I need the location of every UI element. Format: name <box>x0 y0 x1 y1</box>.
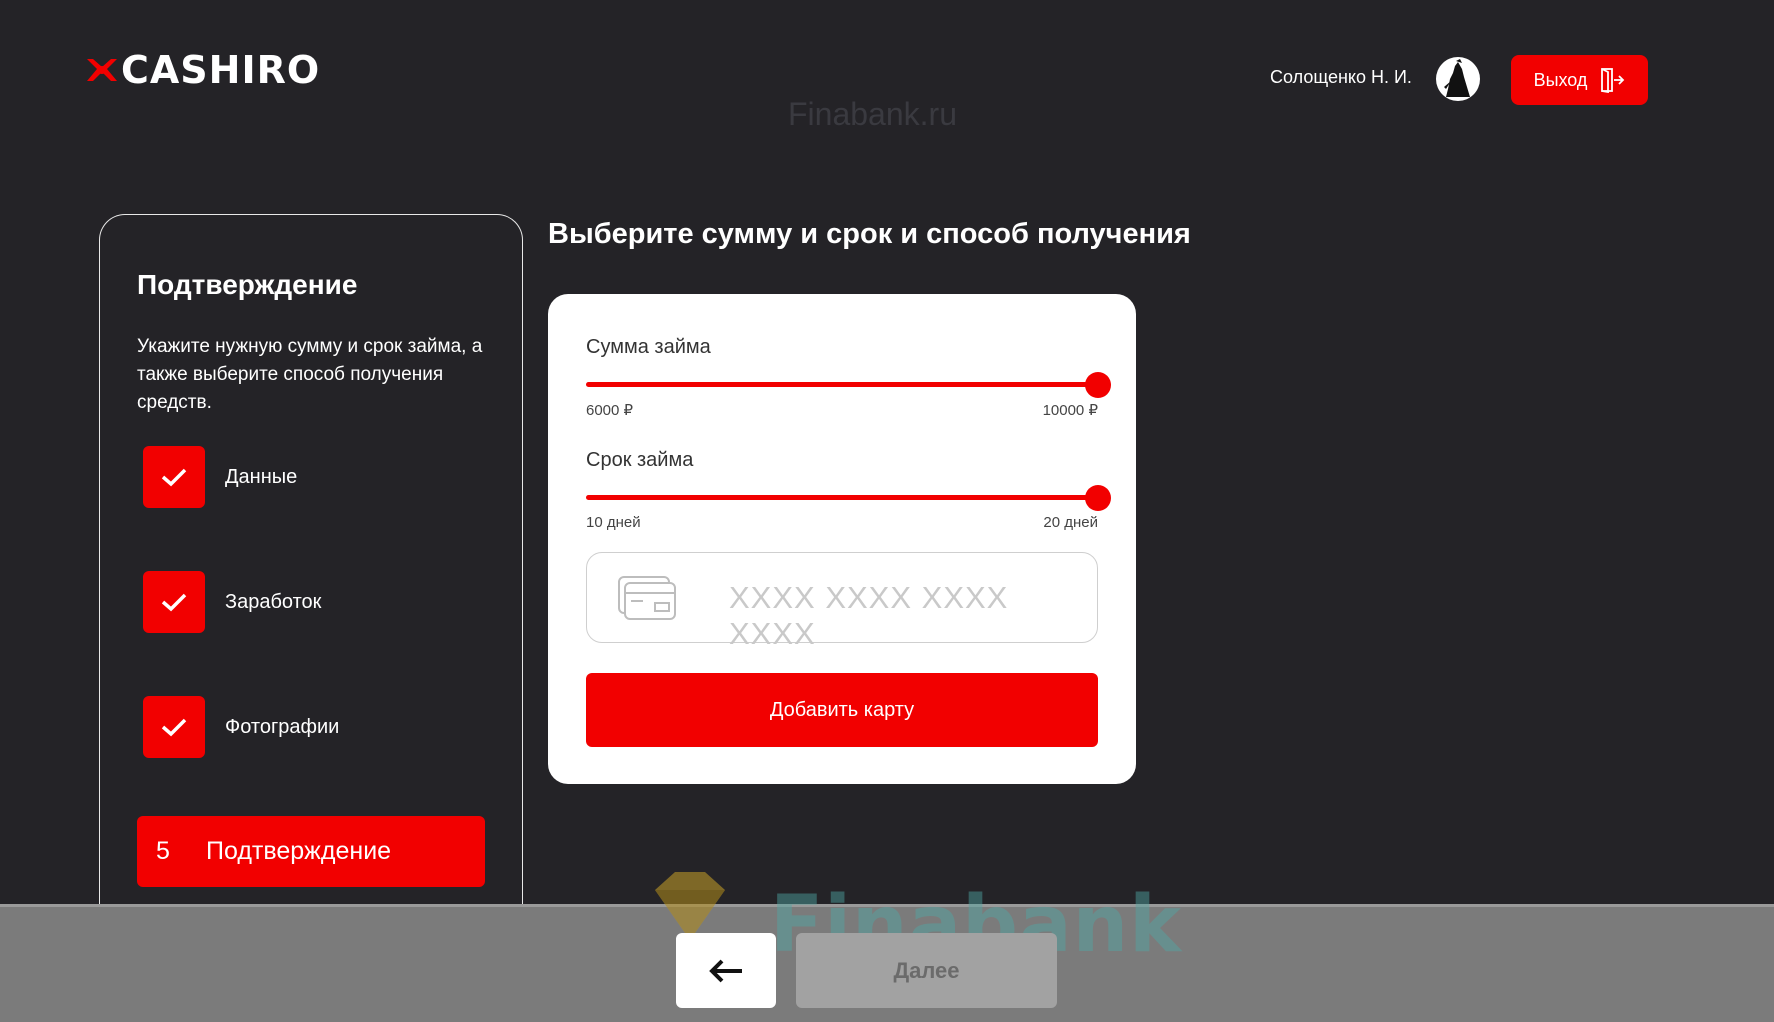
checkmark-icon <box>161 468 187 487</box>
ninja-mark-icon <box>87 59 117 81</box>
amount-max: 10000 ₽ <box>1042 402 1098 419</box>
step-item-photos[interactable]: Фотографии <box>143 696 339 758</box>
term-label: Срок займа <box>586 449 694 471</box>
checkmark-icon <box>161 593 187 612</box>
checkmark-icon <box>161 718 187 737</box>
logo-text: CASHIRO <box>121 48 321 92</box>
card-number-field[interactable]: XXXX XXXX XXXX XXXX <box>586 552 1098 651</box>
amount-label: Сумма займа <box>586 336 711 358</box>
logout-label: Выход <box>1533 69 1588 90</box>
step-check-box <box>143 571 205 633</box>
panel-description: Укажите нужную сумму и срок займа, а так… <box>137 336 483 413</box>
user-name: Солощенко Н. И. <box>1270 67 1412 87</box>
step-label: Заработок <box>225 590 322 613</box>
step-item-data[interactable]: Данные <box>143 446 297 508</box>
logout-button[interactable]: Выход <box>1511 55 1648 105</box>
exit-door-icon <box>1601 68 1625 93</box>
step-check-box <box>143 696 205 758</box>
term-max: 20 дней <box>1043 514 1098 531</box>
step-item-income[interactable]: Заработок <box>143 571 321 633</box>
next-button[interactable]: Далее <box>796 933 1057 1008</box>
add-card-button[interactable]: Добавить карту <box>586 673 1098 747</box>
arrow-left-icon <box>709 959 742 982</box>
panel-title: Подтверждение <box>137 269 358 300</box>
card-number-placeholder: XXXX XXXX XXXX XXXX <box>729 580 1009 651</box>
active-step-label: Подтверждение <box>206 837 392 865</box>
term-min: 10 дней <box>586 514 641 531</box>
brand-logo[interactable]: CASHIRO <box>85 48 321 92</box>
back-button[interactable] <box>676 933 776 1008</box>
step-label: Данные <box>225 465 298 488</box>
avatar[interactable] <box>1436 57 1480 101</box>
samurai-avatar-icon <box>1444 59 1470 97</box>
credit-card-icon <box>618 576 676 620</box>
amount-slider[interactable] <box>586 382 1098 387</box>
watermark-text: Finabank.ru <box>788 96 957 132</box>
step-check-box <box>143 446 205 508</box>
step-label: Фотографии <box>225 715 340 738</box>
loan-form-card: Сумма займа 6000 ₽ 10000 ₽ Срок займа 10… <box>548 294 1136 784</box>
term-slider[interactable] <box>586 495 1098 500</box>
term-slider-thumb[interactable] <box>1085 485 1111 511</box>
active-step-number: 5 <box>156 837 170 865</box>
steps-panel: Подтверждение Укажите нужную сумму и сро… <box>99 214 523 934</box>
amount-slider-thumb[interactable] <box>1085 372 1111 398</box>
page-title: Выберите сумму и срок и способ получения <box>548 218 1191 250</box>
active-step[interactable]: 5 Подтверждение <box>137 816 485 887</box>
amount-min: 6000 ₽ <box>586 402 634 419</box>
